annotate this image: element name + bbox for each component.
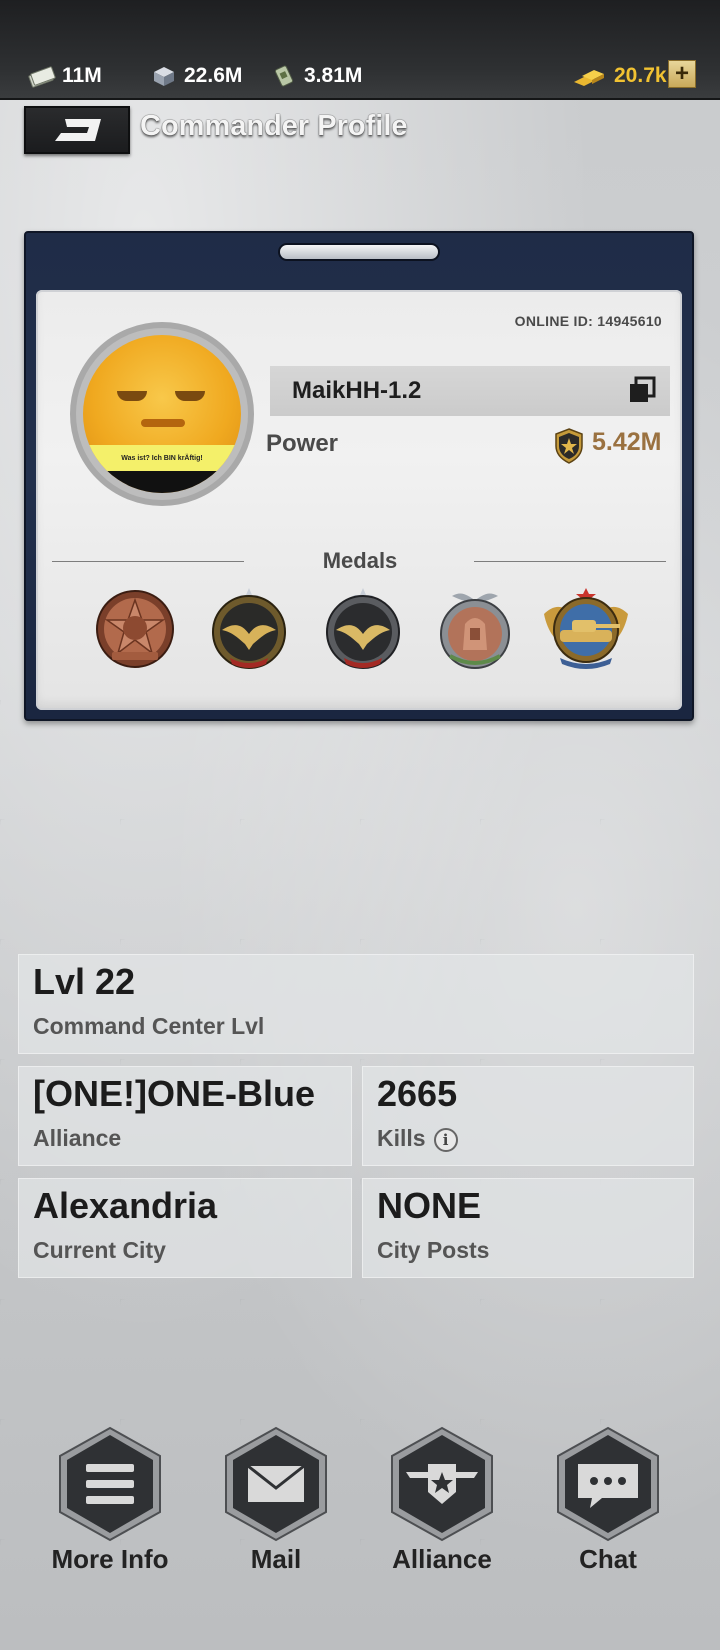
medals-title: Medals	[322, 548, 398, 573]
avatar-image: Was ist? Ich BIN krÄftig!	[83, 335, 241, 493]
info-icon[interactable]: i	[433, 1127, 458, 1152]
player-name: MaikHH-1.2	[270, 366, 670, 416]
gold-value: 20.7k	[614, 64, 667, 87]
medals-divider-right	[474, 561, 666, 562]
card-clip	[278, 243, 440, 261]
avatar[interactable]: Was ist? Ich BIN krÄftig!	[70, 322, 254, 506]
power-shield-icon	[555, 428, 583, 464]
medals-divider-left	[52, 561, 244, 562]
steel-value: 22.6M	[184, 64, 243, 87]
mail-label: Mail	[250, 1544, 302, 1574]
bronze-star-medal-icon[interactable]	[92, 586, 178, 672]
kills-label-row: Kills i	[377, 1125, 458, 1152]
current-city-info[interactable]: Alexandria Current City	[18, 1178, 352, 1278]
kills-label: Kills	[377, 1125, 426, 1151]
gold-icon	[574, 70, 604, 86]
city-posts-value: NONE	[377, 1185, 482, 1226]
resource-steel[interactable]: 22.6M	[150, 58, 242, 94]
command-center-label: Command Center Lvl	[33, 1013, 265, 1039]
resource-oil[interactable]: 3.81M	[270, 58, 362, 94]
command-center-level: Lvl 22 Command Center Lvl	[18, 954, 694, 1054]
eagle-silver-medal-icon[interactable]	[320, 586, 406, 672]
alliance-label: Alliance	[392, 1544, 492, 1574]
chat-icon	[557, 1426, 659, 1542]
avatar-bottom-bar	[83, 471, 241, 493]
alliance-info[interactable]: [ONE!]ONE-Blue Alliance	[18, 1066, 352, 1166]
eagle-gold-medal-icon[interactable]	[206, 586, 292, 672]
city-posts-info: NONE City Posts	[362, 1178, 694, 1278]
mail-button[interactable]: Mail	[216, 1426, 336, 1586]
copy-icon[interactable]	[628, 376, 656, 404]
menu-icon	[59, 1426, 161, 1542]
more-info-button[interactable]: More Info	[50, 1426, 170, 1586]
avatar-caption: Was ist? Ich BIN krÄftig!	[83, 445, 241, 471]
avatar-mouth	[141, 419, 185, 427]
alliance-icon	[391, 1426, 493, 1542]
player-name-text: MaikHH-1.2	[292, 377, 422, 404]
city-posts-label: City Posts	[377, 1237, 490, 1263]
steel-icon	[154, 67, 174, 86]
sphinx-medal-icon[interactable]	[432, 586, 518, 672]
resource-cash[interactable]: 11M	[28, 58, 102, 94]
alliance-button[interactable]: Alliance	[382, 1426, 502, 1586]
mail-icon	[225, 1426, 327, 1542]
cash-value: 11M	[62, 64, 102, 87]
add-gold-button[interactable]: +	[668, 60, 696, 88]
city-label: Current City	[33, 1237, 166, 1263]
more-info-label: More Info	[51, 1544, 169, 1574]
kills-value: 2665	[377, 1073, 458, 1114]
resource-gold[interactable]: 20.7k	[572, 58, 667, 94]
back-button[interactable]	[24, 106, 130, 154]
kills-info: 2665 Kills i	[362, 1066, 694, 1166]
online-id: ONLINE ID: 14945610	[514, 313, 662, 329]
avatar-eye-right	[175, 391, 205, 401]
tank-medal-icon[interactable]	[538, 586, 634, 672]
alliance-label: Alliance	[33, 1125, 122, 1151]
cash-icon	[28, 66, 56, 88]
city-value: Alexandria	[33, 1185, 218, 1226]
avatar-eye-left	[117, 391, 147, 401]
power-label: Power	[266, 430, 339, 457]
command-center-value: Lvl 22	[33, 961, 136, 1002]
chat-label: Chat	[579, 1544, 637, 1574]
oil-value: 3.81M	[304, 64, 363, 87]
oil-icon	[274, 65, 294, 87]
page-title: Commander Profile	[140, 110, 408, 142]
chat-button[interactable]: Chat	[548, 1426, 668, 1586]
power-value: 5.42M	[592, 428, 662, 456]
alliance-value: [ONE!]ONE-Blue	[33, 1073, 315, 1114]
back-arrow-icon	[55, 119, 101, 141]
